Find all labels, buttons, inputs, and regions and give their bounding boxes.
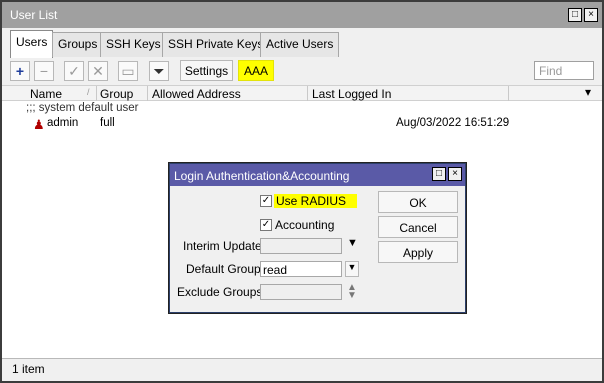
use-radius-checkbox[interactable]: ✓ bbox=[260, 195, 272, 207]
column-divider bbox=[508, 86, 509, 101]
aaa-button[interactable]: AAA bbox=[238, 60, 274, 81]
default-group-dropdown-icon[interactable]: ▼ bbox=[345, 261, 359, 277]
settings-button[interactable]: Settings bbox=[180, 60, 233, 81]
enable-icon[interactable]: ✓ bbox=[64, 61, 84, 81]
column-divider bbox=[96, 86, 97, 101]
tab-ssh-keys[interactable]: SSH Keys bbox=[100, 32, 167, 57]
tab-ssh-private-keys[interactable]: SSH Private Keys bbox=[162, 32, 270, 57]
dialog-maximize-icon[interactable]: □ bbox=[432, 167, 446, 181]
status-bar: 1 item bbox=[2, 358, 602, 381]
cancel-button[interactable]: Cancel bbox=[378, 216, 458, 238]
exclude-groups-label: Exclude Groups: bbox=[177, 285, 266, 299]
user-name: admin bbox=[47, 117, 79, 129]
exclude-groups-input[interactable] bbox=[260, 284, 342, 300]
window-title: User List bbox=[10, 8, 58, 22]
list-header: Name / Group Allowed Address Last Logged… bbox=[2, 85, 602, 101]
column-divider bbox=[147, 86, 148, 101]
close-icon[interactable]: × bbox=[584, 8, 598, 22]
dialog-close-icon[interactable]: × bbox=[448, 167, 462, 181]
interim-update-label: Interim Update: bbox=[183, 239, 266, 253]
apply-button[interactable]: Apply bbox=[378, 241, 458, 263]
default-group-select[interactable]: read bbox=[260, 261, 342, 277]
tab-bar: Users Groups SSH Keys SSH Private Keys A… bbox=[2, 28, 602, 59]
table-row[interactable]: ♟ admin full Aug/03/2022 16:51:29 bbox=[2, 117, 602, 132]
comment-icon[interactable]: ▭ bbox=[118, 61, 138, 81]
disable-icon[interactable]: ✕ bbox=[88, 61, 108, 81]
column-name[interactable]: Name bbox=[30, 87, 62, 101]
tab-groups[interactable]: Groups bbox=[52, 32, 104, 57]
column-last-logged-in[interactable]: Last Logged In bbox=[312, 87, 391, 101]
accounting-label: Accounting bbox=[275, 218, 335, 232]
user-icon: ♟ bbox=[33, 117, 45, 132]
interim-update-input[interactable] bbox=[260, 238, 342, 254]
window-titlebar: User List □ × bbox=[2, 2, 602, 28]
use-radius-label: Use RADIUS bbox=[274, 194, 357, 208]
toolbar: + − ✓ ✕ ▭ ⏷ Settings AAA Find bbox=[2, 58, 602, 85]
accounting-checkbox[interactable]: ✓ bbox=[260, 219, 272, 231]
dropdown-arrow-icon[interactable]: ▼ bbox=[347, 237, 358, 249]
column-divider bbox=[307, 86, 308, 101]
comment-row: ;;; system default user bbox=[26, 102, 139, 114]
tab-active-users[interactable]: Active Users bbox=[260, 32, 340, 57]
sort-icon: / bbox=[87, 87, 90, 97]
default-group-label: Default Group: bbox=[186, 262, 265, 276]
column-allowed-address[interactable]: Allowed Address bbox=[152, 87, 241, 101]
find-input[interactable]: Find bbox=[534, 61, 594, 80]
tab-users[interactable]: Users bbox=[10, 30, 54, 59]
user-last-logged-in: Aug/03/2022 16:51:29 bbox=[396, 117, 510, 129]
dialog-title: Login Authentication&Accounting bbox=[170, 164, 465, 186]
maximize-icon[interactable]: □ bbox=[568, 8, 582, 22]
updown-icon-down[interactable]: ▼ bbox=[347, 290, 357, 301]
list-item: ;;; system default user bbox=[2, 102, 602, 116]
aaa-dialog: Login Authentication&Accounting □ × ✓ Us… bbox=[168, 162, 467, 314]
add-icon[interactable]: + bbox=[10, 61, 30, 81]
column-menu-icon[interactable]: ▾ bbox=[585, 85, 591, 99]
ok-button[interactable]: OK bbox=[378, 191, 458, 213]
default-group-value: read bbox=[263, 263, 288, 277]
user-group: full bbox=[100, 117, 115, 129]
column-group[interactable]: Group bbox=[100, 87, 133, 101]
filter-icon[interactable]: ⏷ bbox=[149, 61, 169, 81]
remove-icon[interactable]: − bbox=[34, 61, 54, 81]
